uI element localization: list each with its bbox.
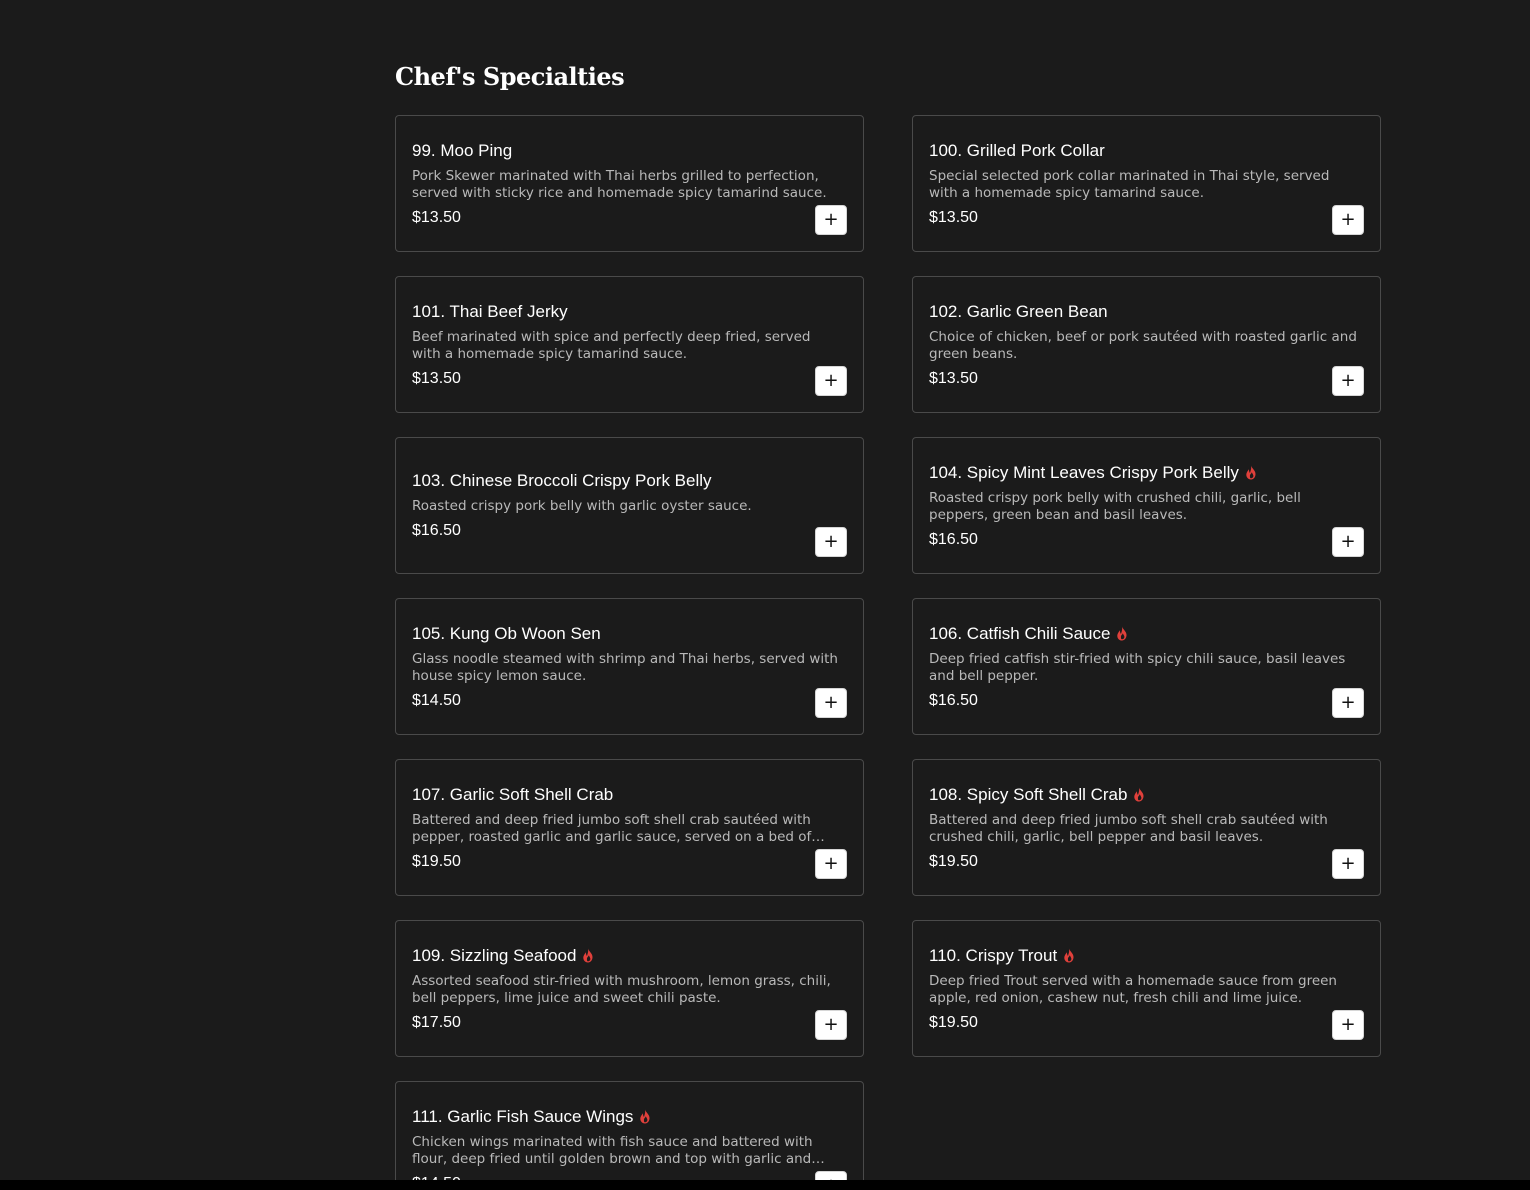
- menu-item-price: $16.50: [412, 522, 461, 539]
- menu-item-card[interactable]: 106. Catfish Chili Sauce Deep fried catfi…: [912, 598, 1381, 735]
- menu-item-title-row: 99. Moo Ping: [412, 141, 847, 161]
- menu-item-description: Glass noodle steamed with shrimp and Tha…: [412, 650, 838, 684]
- menu-item-price: $16.50: [929, 530, 978, 548]
- menu-item-price: $13.50: [412, 208, 461, 226]
- add-to-cart-button[interactable]: +: [815, 366, 847, 396]
- menu-item-price: $19.50: [929, 1013, 978, 1031]
- menu-item-description: Deep fried catfish stir-fried with spicy…: [929, 650, 1346, 684]
- menu-item-title: 104. Spicy Mint Leaves Crispy Pork Belly: [929, 462, 1239, 482]
- menu-item-description: Beef marinated with spice and perfectly …: [412, 328, 811, 362]
- add-to-cart-button[interactable]: +: [815, 1171, 847, 1180]
- menu-item-description: Roasted crispy pork belly with crushed c…: [929, 489, 1301, 523]
- add-to-cart-button[interactable]: +: [1332, 366, 1364, 396]
- menu-item-description: Assorted seafood stir-fried with mushroo…: [412, 972, 831, 1006]
- spicy-flame-icon: [1245, 465, 1257, 480]
- add-to-cart-button[interactable]: +: [815, 527, 847, 557]
- menu-item-title: 99. Moo Ping: [412, 140, 513, 160]
- menu-item-title: 110. Crispy Trout: [929, 945, 1058, 965]
- add-to-cart-button[interactable]: +: [1332, 849, 1364, 879]
- menu-page: Chef's Specialties 99. Moo Ping Pork Skew…: [0, 0, 1530, 1180]
- menu-item-price: $13.50: [412, 369, 461, 387]
- menu-item-title: 101. Thai Beef Jerky: [412, 301, 568, 321]
- menu-item-description: Roasted crispy pork belly with garlic oy…: [412, 498, 752, 514]
- add-to-cart-button[interactable]: +: [815, 205, 847, 235]
- menu-item-grid: 99. Moo Ping Pork Skewer marinated with T…: [395, 115, 1381, 1180]
- menu-item-title-row: 109. Sizzling Seafood: [412, 946, 847, 966]
- bottom-bar: [0, 1180, 1530, 1190]
- menu-item-title-row: 104. Spicy Mint Leaves Crispy Pork Belly: [929, 463, 1364, 483]
- menu-item-description: Pork Skewer marinated with Thai herbs gr…: [412, 167, 827, 201]
- menu-item-card[interactable]: 103. Chinese Broccoli Crispy Pork Belly R…: [395, 437, 864, 574]
- menu-item-card[interactable]: 107. Garlic Soft Shell Crab Battered and …: [395, 759, 864, 896]
- menu-item-title: 109. Sizzling Seafood: [412, 945, 577, 965]
- add-to-cart-button[interactable]: +: [1332, 688, 1364, 718]
- menu-item-title: 102. Garlic Green Bean: [929, 301, 1108, 321]
- menu-item-title: 105. Kung Ob Woon Sen: [412, 623, 601, 643]
- menu-item-price: $13.50: [929, 369, 978, 387]
- menu-item-card[interactable]: 109. Sizzling Seafood Assorted seafood st…: [395, 920, 864, 1057]
- menu-item-description: Choice of chicken, beef or pork sautéed …: [929, 328, 1357, 362]
- menu-item-title-row: 107. Garlic Soft Shell Crab: [412, 785, 847, 805]
- menu-item-description: Deep fried Trout served with a homemade …: [929, 972, 1337, 1006]
- menu-item-price: $16.50: [929, 691, 978, 709]
- spicy-flame-icon: [1116, 626, 1128, 641]
- menu-item-price: $19.50: [929, 852, 978, 870]
- menu-item-title-row: 108. Spicy Soft Shell Crab: [929, 785, 1364, 805]
- menu-item-title: 107. Garlic Soft Shell Crab: [412, 784, 614, 804]
- menu-item-title: 108. Spicy Soft Shell Crab: [929, 784, 1128, 804]
- menu-item-card[interactable]: 100. Grilled Pork Collar Special selected…: [912, 115, 1381, 252]
- menu-item-title-row: 101. Thai Beef Jerky: [412, 302, 847, 322]
- spicy-flame-icon: [639, 1109, 651, 1124]
- menu-item-card[interactable]: 105. Kung Ob Woon Sen Glass noodle steame…: [395, 598, 864, 735]
- menu-item-title-row: 111. Garlic Fish Sauce Wings: [412, 1107, 847, 1127]
- menu-item-description: Battered and deep fried jumbo soft shell…: [929, 811, 1328, 845]
- add-to-cart-button[interactable]: +: [1332, 1010, 1364, 1040]
- menu-item-title-row: 100. Grilled Pork Collar: [929, 141, 1364, 161]
- menu-item-price: $17.50: [412, 1013, 461, 1031]
- add-to-cart-button[interactable]: +: [1332, 527, 1364, 557]
- menu-item-price: $14.50: [412, 691, 461, 709]
- menu-item-price: $13.50: [929, 208, 978, 226]
- menu-item-title-row: 102. Garlic Green Bean: [929, 302, 1364, 322]
- spicy-flame-icon: [1133, 787, 1145, 802]
- add-to-cart-button[interactable]: +: [815, 849, 847, 879]
- menu-item-title-row: 105. Kung Ob Woon Sen: [412, 624, 847, 644]
- menu-item-card[interactable]: 101. Thai Beef Jerky Beef marinated with …: [395, 276, 864, 413]
- menu-item-description: Special selected pork collar marinated i…: [929, 167, 1330, 201]
- menu-item-title-row: 110. Crispy Trout: [929, 946, 1364, 966]
- menu-item-title-row: 103. Chinese Broccoli Crispy Pork Belly: [412, 471, 847, 491]
- menu-item-title: 111. Garlic Fish Sauce Wings: [412, 1106, 634, 1126]
- menu-item-title: 103. Chinese Broccoli Crispy Pork Belly: [412, 471, 712, 490]
- menu-item-description: Battered and deep fried jumbo soft shell…: [412, 811, 812, 845]
- menu-item-card[interactable]: 111. Garlic Fish Sauce Wings Chicken wing…: [395, 1081, 864, 1180]
- add-to-cart-button[interactable]: +: [1332, 205, 1364, 235]
- spicy-flame-icon: [1063, 948, 1075, 963]
- menu-item-card[interactable]: 99. Moo Ping Pork Skewer marinated with T…: [395, 115, 864, 252]
- menu-item-card[interactable]: 102. Garlic Green Bean Choice of chicken,…: [912, 276, 1381, 413]
- add-to-cart-button[interactable]: +: [815, 1010, 847, 1040]
- menu-item-card[interactable]: 110. Crispy Trout Deep fried Trout served…: [912, 920, 1381, 1057]
- menu-item-title: 106. Catfish Chili Sauce: [929, 623, 1111, 643]
- section-title: Chef's Specialties: [395, 62, 625, 91]
- menu-item-title-row: 106. Catfish Chili Sauce: [929, 624, 1364, 644]
- menu-item-card[interactable]: 108. Spicy Soft Shell Crab Battered and d…: [912, 759, 1381, 896]
- menu-item-card[interactable]: 104. Spicy Mint Leaves Crispy Pork Belly…: [912, 437, 1381, 574]
- menu-item-price: $19.50: [412, 852, 461, 870]
- menu-item-title: 100. Grilled Pork Collar: [929, 140, 1105, 160]
- add-to-cart-button[interactable]: +: [815, 688, 847, 718]
- spicy-flame-icon: [582, 948, 594, 963]
- menu-item-description: Chicken wings marinated with fish sauce …: [412, 1133, 813, 1167]
